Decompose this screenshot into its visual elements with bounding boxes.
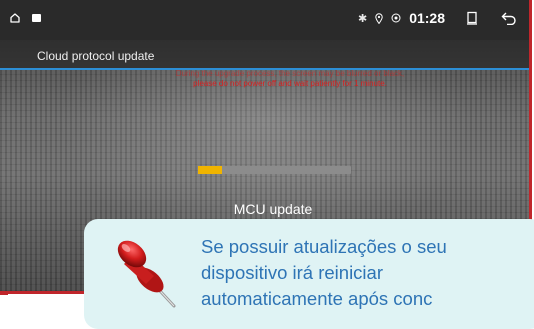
status-bar-right: ✱ 01:28 <box>358 10 517 26</box>
warning-text-line-1: During the upgrade process, the screen m… <box>175 69 405 78</box>
status-bar: ✱ 01:28 <box>0 0 529 40</box>
home-icon[interactable] <box>10 13 20 23</box>
square-icon[interactable] <box>32 14 41 22</box>
frame-edge-mark <box>0 293 8 295</box>
warning-text-line-2: please do not power off and wait patient… <box>193 79 387 88</box>
pushpin-icon <box>117 240 176 308</box>
callout-text-line-1: Se possuir atualizações o seu <box>201 236 447 257</box>
recent-apps-icon[interactable] <box>465 11 479 25</box>
title-bar: Cloud protocol update <box>0 40 529 70</box>
wifi-icon <box>391 13 401 23</box>
update-progress-fill <box>198 166 223 174</box>
update-progress-bar <box>198 166 351 174</box>
callout-text-line-2: dispositivo irá reiniciar <box>201 262 383 283</box>
bluetooth-icon: ✱ <box>357 12 368 25</box>
page-title: Cloud protocol update <box>37 49 155 63</box>
back-icon[interactable] <box>501 11 517 25</box>
location-icon <box>375 12 383 24</box>
clock-time: 01:28 <box>409 10 445 26</box>
callout-text: Se possuir atualizações o seu dispositiv… <box>201 234 534 312</box>
callout-text-line-3: automaticamente após conc <box>201 288 433 309</box>
mcu-update-label: MCU update <box>233 201 313 217</box>
